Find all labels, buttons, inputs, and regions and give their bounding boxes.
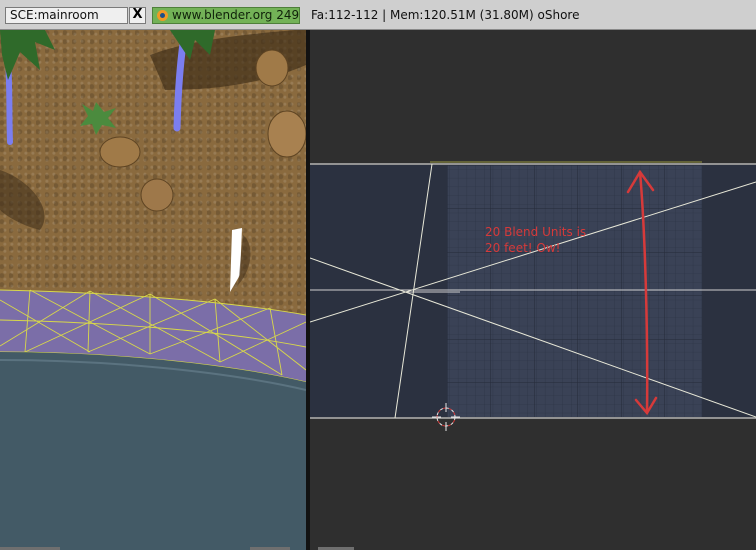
- blender-link[interactable]: www.blender.org 249.2: [152, 7, 300, 24]
- plant-icon: [80, 102, 116, 135]
- stats-readout: Fa:112-112 | Mem:120.51M (31.80M) oShore: [311, 8, 580, 22]
- right-ortho-viewport[interactable]: 20 Blend Units is 20 feet! Ow!: [310, 30, 756, 550]
- url-text: www.blender.org 249.2: [172, 8, 300, 22]
- blender-logo-icon: [157, 10, 168, 21]
- rock-icon: [99, 136, 141, 168]
- scene-selector[interactable]: SCE:mainroom: [5, 7, 128, 24]
- window-header: SCE:mainroom X www.blender.org 249.2 Fa:…: [0, 0, 756, 30]
- palm-shadow: [0, 170, 45, 230]
- close-icon[interactable]: X: [129, 7, 146, 24]
- rock-icon: [255, 49, 289, 87]
- scene-render: [0, 30, 306, 550]
- rock-icon: [140, 178, 174, 212]
- annotation-note: 20 Blend Units is 20 feet! Ow!: [485, 225, 587, 255]
- rock-icon: [267, 110, 306, 158]
- ortho-view: [310, 30, 756, 550]
- left-3d-viewport[interactable]: [0, 30, 306, 550]
